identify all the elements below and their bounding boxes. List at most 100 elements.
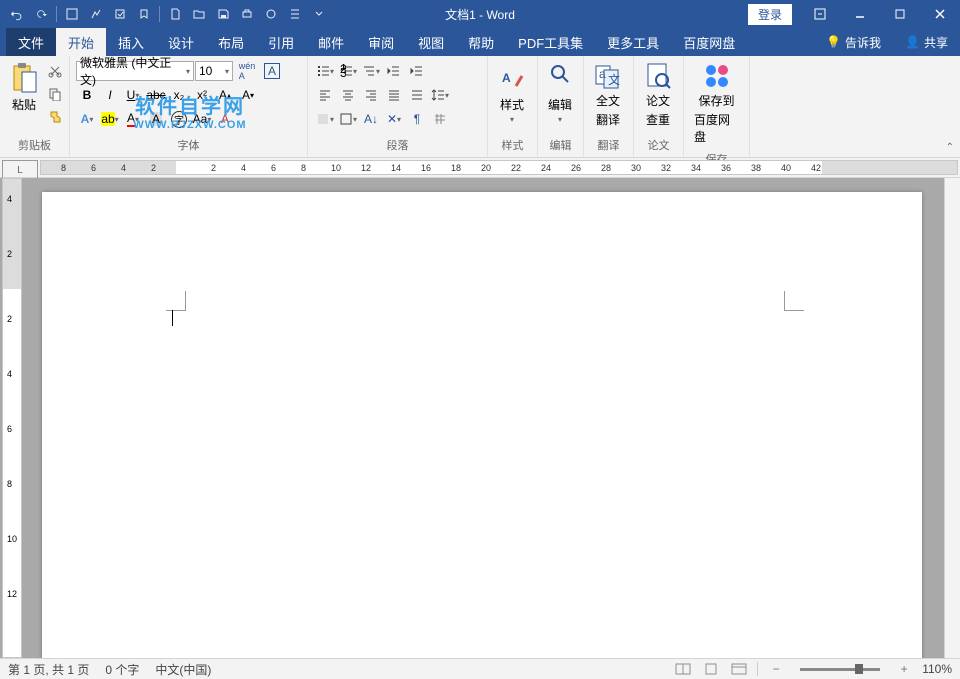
align-right-button[interactable]	[360, 84, 382, 106]
qat-btn-3[interactable]	[61, 3, 83, 25]
login-button[interactable]: 登录	[748, 4, 792, 25]
char-shading-button[interactable]: A	[145, 108, 167, 130]
zoom-slider[interactable]	[800, 668, 880, 671]
align-distribute-button[interactable]	[406, 84, 428, 106]
asian-layout-button[interactable]: ✕▾	[383, 108, 405, 130]
open-button[interactable]	[188, 3, 210, 25]
undo-button[interactable]	[6, 3, 28, 25]
copy-button[interactable]	[44, 83, 66, 105]
sort-button[interactable]: A↓	[360, 108, 382, 130]
save-button[interactable]	[212, 3, 234, 25]
text-effects-button[interactable]: A▾	[76, 108, 98, 130]
tab-home[interactable]: 开始	[56, 27, 106, 58]
qat-customize-button[interactable]	[308, 3, 330, 25]
tell-me-button[interactable]: 💡告诉我	[814, 28, 893, 57]
tab-layout[interactable]: 布局	[206, 27, 256, 58]
shrink-font-button[interactable]: A▾	[237, 84, 259, 106]
clear-format-button[interactable]: A	[214, 108, 236, 130]
qat-btn-11[interactable]	[260, 3, 282, 25]
tab-references[interactable]: 引用	[256, 27, 306, 58]
language-status[interactable]: 中文(中国)	[155, 661, 211, 678]
tab-baidu[interactable]: 百度网盘	[671, 27, 747, 58]
page-status[interactable]: 第 1 页, 共 1 页	[8, 661, 89, 678]
minimize-button[interactable]	[840, 0, 880, 28]
format-painter-button[interactable]	[44, 106, 66, 128]
word-count[interactable]: 0 个字	[105, 661, 139, 678]
qat-btn-4[interactable]	[85, 3, 107, 25]
char-border-button[interactable]: A	[261, 60, 283, 82]
zoom-out-button[interactable]: −	[766, 661, 786, 677]
numbering-button[interactable]: 123▾	[337, 60, 359, 82]
web-layout-button[interactable]	[729, 661, 749, 677]
ribbon-display-button[interactable]	[800, 0, 840, 28]
paste-button[interactable]: 粘贴	[4, 58, 44, 117]
font-color-button[interactable]: A▾	[122, 108, 144, 130]
find-icon	[548, 62, 572, 94]
enclose-char-button[interactable]: 字	[168, 108, 190, 130]
decrease-indent-button[interactable]	[383, 60, 405, 82]
grow-font-button[interactable]: A▴	[214, 84, 236, 106]
line-spacing-button[interactable]: ▾	[429, 84, 451, 106]
styles-button[interactable]: A 样式 ▾	[492, 58, 532, 128]
vertical-scrollbar[interactable]	[944, 178, 960, 658]
thesis-check-button[interactable]: 论文 查重	[638, 58, 678, 132]
new-doc-button[interactable]	[164, 3, 186, 25]
tab-file[interactable]: 文件	[6, 27, 56, 58]
superscript-button[interactable]: x²	[191, 84, 213, 106]
align-left-button[interactable]	[314, 84, 336, 106]
bullets-button[interactable]: ▾	[314, 60, 336, 82]
strikethrough-button[interactable]: abc	[145, 84, 167, 106]
bold-button[interactable]: B	[76, 84, 98, 106]
snap-to-grid-button[interactable]	[429, 108, 451, 130]
page[interactable]	[42, 192, 922, 658]
maximize-button[interactable]	[880, 0, 920, 28]
font-name-combo[interactable]: 微软雅黑 (中文正文)▾	[76, 61, 194, 81]
multilevel-list-button[interactable]: ▾	[360, 60, 382, 82]
print-layout-button[interactable]	[701, 661, 721, 677]
svg-text:文: 文	[608, 72, 620, 87]
editing-button[interactable]: 编辑 ▾	[542, 58, 578, 128]
styles-icon: A	[498, 62, 526, 94]
increase-indent-button[interactable]	[406, 60, 428, 82]
print-button[interactable]	[236, 3, 258, 25]
collapse-ribbon-button[interactable]: ⌃	[946, 142, 954, 153]
tab-insert[interactable]: 插入	[106, 27, 156, 58]
cut-button[interactable]	[44, 60, 66, 82]
group-label-font: 字体	[74, 135, 303, 155]
tab-view[interactable]: 视图	[406, 27, 456, 58]
highlight-button[interactable]: ab▾	[99, 108, 121, 130]
read-mode-button[interactable]	[673, 661, 693, 677]
tab-selector[interactable]: L	[2, 160, 38, 180]
tab-mailings[interactable]: 邮件	[306, 27, 356, 58]
shading-button[interactable]: ▾	[314, 108, 336, 130]
qat-btn-6[interactable]	[133, 3, 155, 25]
phonetic-guide-button[interactable]: wénA	[234, 60, 260, 82]
horizontal-ruler[interactable]: 8642246810121416182022242628303234363840…	[40, 160, 958, 175]
borders-button[interactable]: ▾	[337, 108, 359, 130]
italic-button[interactable]: I	[99, 84, 121, 106]
qat-btn-5[interactable]	[109, 3, 131, 25]
share-button[interactable]: 👤共享	[893, 28, 960, 57]
subscript-button[interactable]: x₂	[168, 84, 190, 106]
font-size-combo[interactable]: 10▾	[195, 61, 233, 81]
underline-button[interactable]: U▾	[122, 84, 144, 106]
redo-button[interactable]	[30, 3, 52, 25]
group-clipboard: 粘贴 剪贴板	[0, 56, 70, 157]
align-center-button[interactable]	[337, 84, 359, 106]
tab-review[interactable]: 审阅	[356, 27, 406, 58]
scroll-area[interactable]	[22, 178, 944, 658]
tab-more[interactable]: 更多工具	[595, 27, 671, 58]
zoom-in-button[interactable]: +	[894, 661, 914, 677]
zoom-level[interactable]: 110%	[922, 662, 952, 676]
qat-btn-12[interactable]	[284, 3, 306, 25]
baidu-save-button[interactable]: 保存到 百度网盘	[688, 58, 745, 149]
align-justify-button[interactable]	[383, 84, 405, 106]
change-case-button[interactable]: Aa▾	[191, 108, 213, 130]
tab-help[interactable]: 帮助	[456, 27, 506, 58]
vertical-ruler[interactable]: 4224681012	[2, 178, 22, 658]
close-button[interactable]	[920, 0, 960, 28]
tab-design[interactable]: 设计	[156, 27, 206, 58]
translate-button[interactable]: a文 全文 翻译	[588, 58, 628, 132]
tab-pdf[interactable]: PDF工具集	[506, 27, 595, 58]
show-marks-button[interactable]: ¶	[406, 108, 428, 130]
